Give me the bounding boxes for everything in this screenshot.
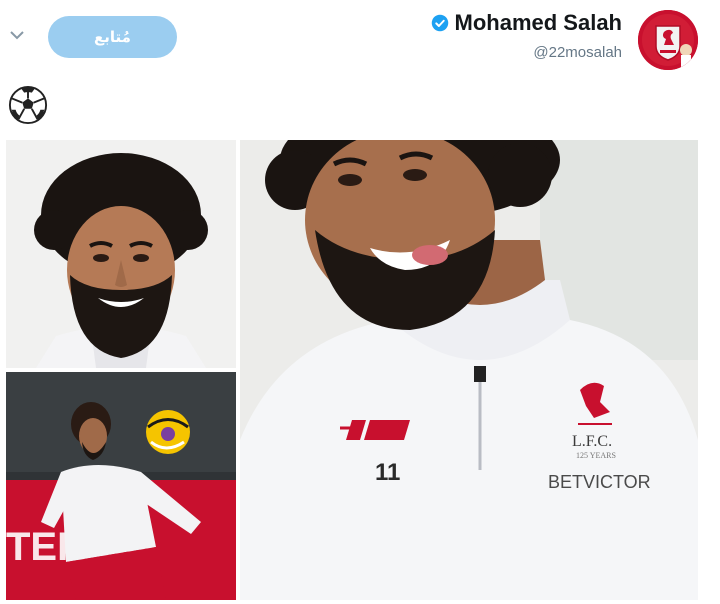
verified-badge-icon [431, 14, 448, 32]
photo-smiling-portrait[interactable] [6, 140, 236, 368]
author-handle[interactable]: @22mosalah [533, 44, 622, 61]
chevron-down-icon[interactable] [8, 26, 26, 44]
shirt-number: 11 [375, 459, 400, 486]
lfc-badge-subtext: 125 YEARS [576, 451, 616, 460]
avatar[interactable] [638, 10, 698, 70]
soccer-ball-icon [8, 85, 48, 125]
author-display-name[interactable]: Mohamed Salah [455, 10, 622, 36]
sponsor-text: BETVICTOR [548, 472, 651, 492]
media-grid: TER UN [6, 140, 698, 600]
lfc-badge-text: L.F.C. [572, 433, 612, 450]
author-name-row[interactable]: Mohamed Salah [431, 10, 622, 36]
tweet-card: مُتابع Mohamed Salah @22mosalah TER 11 L… [0, 0, 720, 604]
follow-button[interactable]: مُتابع [48, 16, 177, 58]
photo-training-closeup[interactable]: 11 L.F.C. 125 YEARS BETVICTOR [240, 140, 698, 600]
football-in-photo [146, 410, 190, 454]
photo-training-with-ball[interactable]: TER UN [6, 372, 236, 600]
liverpool-crest-icon [638, 10, 698, 70]
